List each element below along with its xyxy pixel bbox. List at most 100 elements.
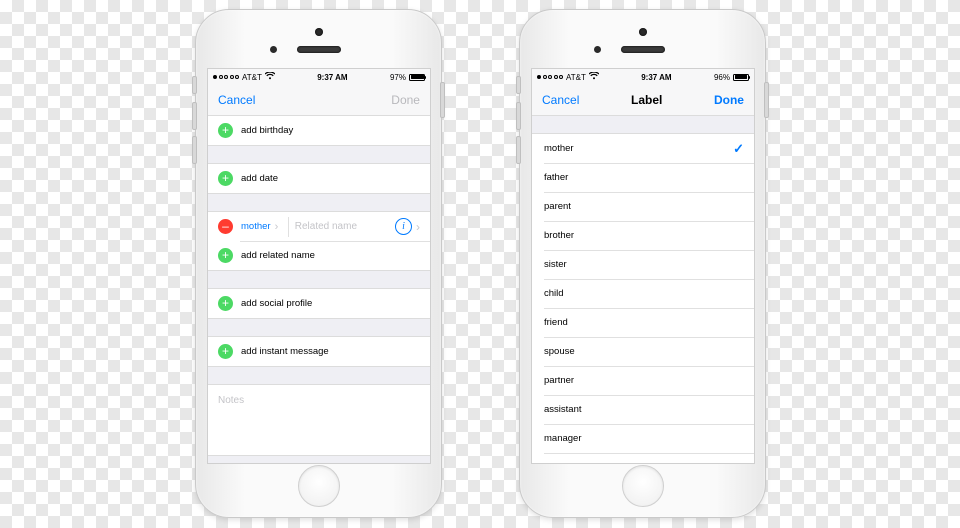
status-bar-right: 97% (390, 73, 425, 82)
proximity-sensor (270, 46, 277, 53)
screen-right: AT&T 9:37 AM 96% Cancel Label Done mothe… (531, 68, 755, 464)
power-button (764, 82, 769, 118)
label-option-text: parent (544, 201, 571, 212)
add-related-row[interactable]: add related name (208, 241, 430, 270)
info-icon[interactable] (395, 218, 412, 235)
cancel-button[interactable]: Cancel (542, 93, 579, 107)
label-option-spouse[interactable]: spouse (532, 337, 754, 366)
phone-left: AT&T 9:37 AM 97% Cancel Done add birthda… (195, 9, 442, 518)
add-social-row[interactable]: add social profile (208, 289, 430, 318)
done-button[interactable]: Done (391, 93, 420, 107)
status-bar-left: AT&T (537, 72, 599, 82)
battery-pct-label: 96% (714, 73, 730, 82)
plus-icon (218, 296, 233, 311)
plus-icon (218, 123, 233, 138)
home-button[interactable] (298, 465, 340, 507)
cancel-button[interactable]: Cancel (218, 93, 255, 107)
plus-icon (218, 344, 233, 359)
chevron-right-icon: › (416, 220, 420, 234)
label-option-child[interactable]: child (532, 279, 754, 308)
label-option-sister[interactable]: sister (532, 250, 754, 279)
plus-icon (218, 248, 233, 263)
minus-icon[interactable] (218, 219, 233, 234)
status-bar-right: 96% (714, 73, 749, 82)
label-option-text: assistant (544, 404, 582, 415)
done-button[interactable]: Done (714, 93, 744, 107)
spacer (532, 116, 754, 133)
label-option-text: manager (544, 433, 582, 444)
proximity-sensor (594, 46, 601, 53)
clock-label: 9:37 AM (641, 73, 671, 82)
phone-right: AT&T 9:37 AM 96% Cancel Label Done mothe… (519, 9, 766, 518)
earpiece-speaker (621, 46, 665, 53)
screen-left: AT&T 9:37 AM 97% Cancel Done add birthda… (207, 68, 431, 464)
home-button[interactable] (622, 465, 664, 507)
plus-icon (218, 171, 233, 186)
label-list: mother ✓ father parent brother sister child fri… (532, 133, 754, 464)
label-option-text: friend (544, 317, 568, 328)
label-option-text: sister (544, 259, 567, 270)
mute-switch (516, 76, 521, 94)
status-bar: AT&T 9:37 AM 97% (208, 69, 430, 85)
label-option-text: mother (544, 143, 574, 154)
carrier-label: AT&T (242, 73, 262, 82)
sensor-cluster (196, 24, 441, 64)
nav-bar: Cancel Done (208, 85, 430, 116)
related-name-field[interactable]: Related name (295, 221, 391, 232)
signal-dots (537, 75, 563, 79)
label-option-text: partner (544, 375, 574, 386)
date-group: add date (208, 163, 430, 194)
related-tag-button[interactable]: mother (241, 221, 271, 232)
add-related-label: add related name (241, 250, 315, 261)
front-camera (639, 28, 647, 36)
nav-bar: Cancel Label Done (532, 85, 754, 116)
nav-title: Label (631, 93, 662, 107)
label-picker-content[interactable]: mother ✓ father parent brother sister child fri… (532, 116, 754, 464)
birthday-group: add birthday (208, 116, 430, 146)
add-im-row[interactable]: add instant message (208, 337, 430, 366)
label-option-father[interactable]: father (532, 163, 754, 192)
sensor-cluster (520, 24, 765, 64)
add-date-row[interactable]: add date (208, 164, 430, 193)
volume-up-button (516, 102, 521, 130)
divider (288, 217, 289, 237)
status-bar-left: AT&T (213, 72, 275, 82)
notes-placeholder: Notes (218, 395, 244, 406)
battery-icon (733, 74, 749, 81)
notes-field[interactable]: Notes (208, 384, 430, 456)
label-option-text: spouse (544, 346, 575, 357)
mute-switch (192, 76, 197, 94)
wifi-icon (589, 72, 599, 82)
signal-dots (213, 75, 239, 79)
label-option-text: brother (544, 230, 574, 241)
label-option-text: child (544, 288, 564, 299)
chevron-right-icon: › (271, 221, 283, 233)
label-option-text: other (544, 462, 566, 464)
label-option-friend[interactable]: friend (532, 308, 754, 337)
power-button (440, 82, 445, 118)
im-group: add instant message (208, 336, 430, 367)
label-option-parent[interactable]: parent (532, 192, 754, 221)
label-option-brother[interactable]: brother (532, 221, 754, 250)
volume-up-button (192, 102, 197, 130)
volume-down-button (192, 136, 197, 164)
social-group: add social profile (208, 288, 430, 319)
carrier-label: AT&T (566, 73, 586, 82)
checkmark-icon: ✓ (733, 141, 744, 157)
label-option-mother[interactable]: mother ✓ (532, 134, 754, 163)
stage: { "left": { "statusbar": { "carrier": "A… (0, 0, 960, 528)
volume-down-button (516, 136, 521, 164)
related-name-row[interactable]: mother › Related name › (208, 212, 430, 241)
add-im-label: add instant message (241, 346, 329, 357)
add-date-label: add date (241, 173, 278, 184)
status-bar: AT&T 9:37 AM 96% (532, 69, 754, 85)
add-birthday-row[interactable]: add birthday (208, 116, 430, 145)
wifi-icon (265, 72, 275, 82)
label-option-partner[interactable]: partner (532, 366, 754, 395)
label-option-text: father (544, 172, 568, 183)
contact-edit-content[interactable]: add birthday add date mother › Related n… (208, 116, 430, 464)
label-option-manager[interactable]: manager (532, 424, 754, 453)
label-option-other[interactable]: other (532, 453, 754, 464)
add-birthday-label: add birthday (241, 125, 293, 136)
label-option-assistant[interactable]: assistant (532, 395, 754, 424)
